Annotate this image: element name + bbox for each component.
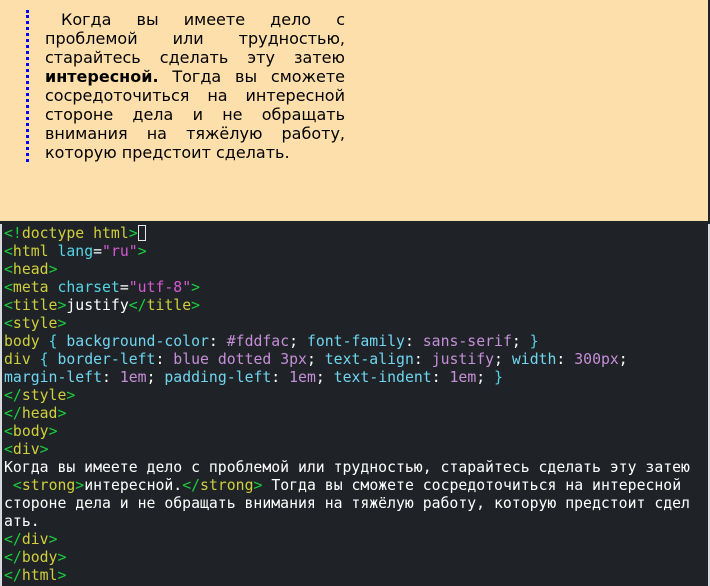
code-line: <html lang="ru"> (4, 243, 147, 260)
code-line: body { background-color: #fddfac; font-f… (4, 333, 539, 350)
code-line: <meta charset="utf-8"> (4, 279, 201, 296)
paragraph-strong-text: интересной. (45, 67, 159, 86)
code-line: </style> (4, 387, 76, 404)
code-line: </html> (4, 567, 67, 584)
code-line: margin-left: 1em; padding-left: 1em; tex… (4, 369, 503, 386)
code-line: </head> (4, 405, 67, 422)
code-line: </div> (4, 531, 58, 548)
code-line: <title>justify</title> (4, 297, 201, 314)
code-line: стороне дела и не обращать внимания на т… (4, 495, 690, 512)
code-text[interactable]: <!doctype html> <html lang="ru"> <head> <me… (4, 225, 690, 585)
text-cursor (137, 225, 146, 241)
code-line: <style> (4, 315, 67, 332)
code-line: div { border-left: blue dotted 3px; text… (4, 351, 628, 368)
code-editor[interactable]: <!doctype html> <html lang="ru"> <head> <me… (0, 224, 710, 586)
code-line: <head> (4, 261, 58, 278)
code-line: <body> (4, 423, 58, 440)
code-line: Когда вы имеете дело с проблемой или тру… (4, 459, 690, 476)
preview-pane: Когда вы имеете дело с проблемой или тру… (0, 0, 710, 223)
screen: Когда вы имеете дело с проблемой или тру… (0, 0, 710, 586)
justified-paragraph: Когда вы имеете дело с проблемой или тру… (26, 10, 345, 162)
code-line: </body> (4, 549, 67, 566)
code-line: <div> (4, 441, 49, 458)
code-line: <strong>интересной.</strong> Тогда вы см… (12, 477, 682, 494)
paragraph-text-before: Когда вы имеете дело с проблемой или тру… (45, 10, 345, 67)
code-line: ать. (4, 513, 40, 530)
code-line: <!doctype html> (4, 225, 690, 243)
